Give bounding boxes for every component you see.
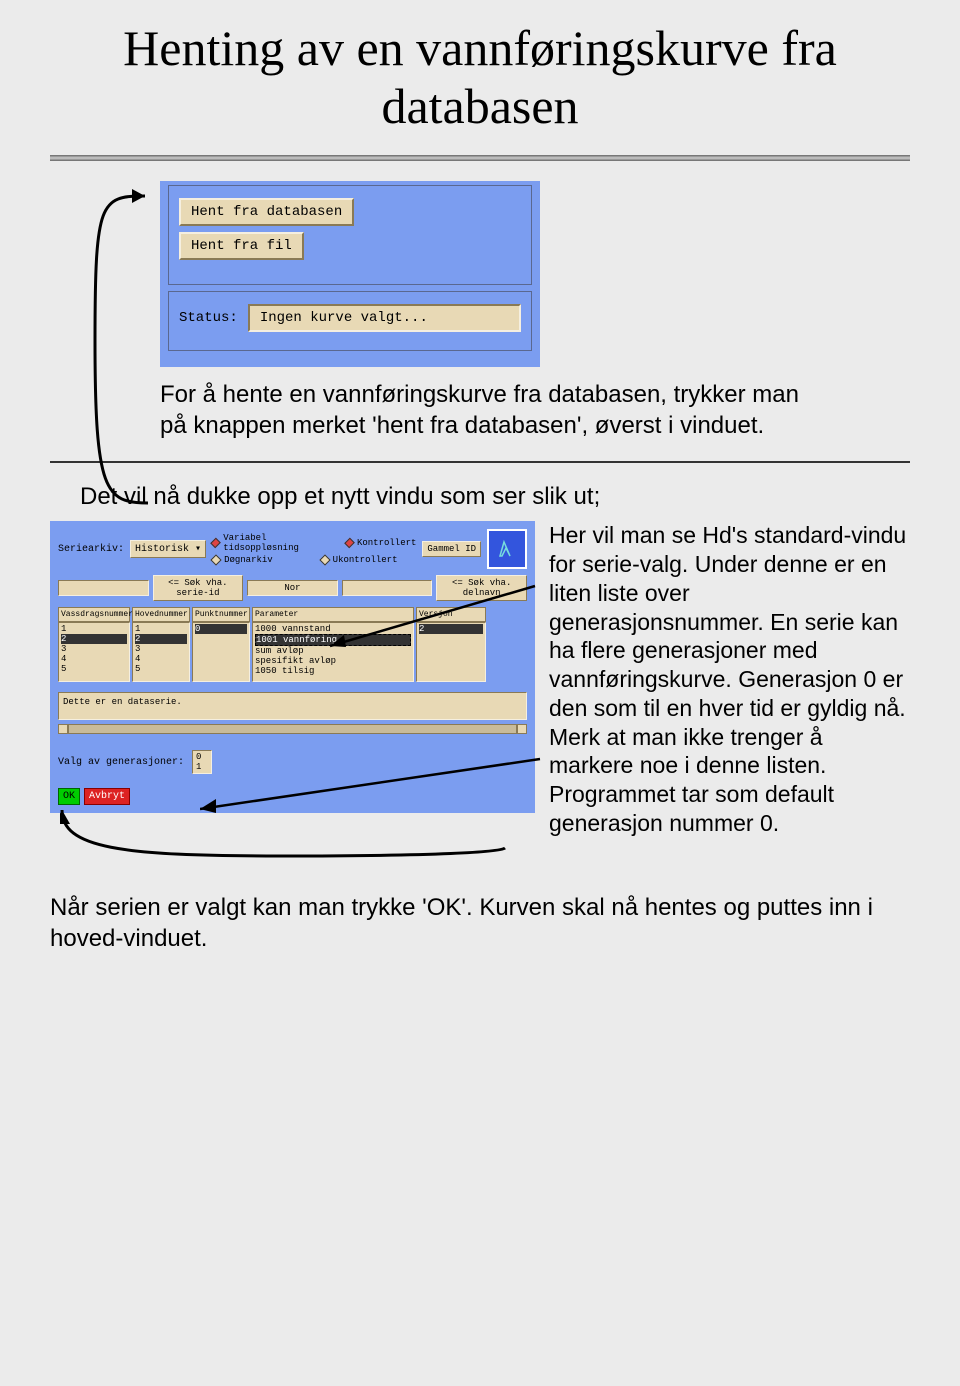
arrow-param-to-text: [330, 581, 550, 661]
search-serie-input[interactable]: [58, 580, 149, 596]
search-nor-input[interactable]: Nor: [247, 580, 338, 596]
scroll-left-icon[interactable]: [58, 724, 68, 734]
header-vassdrag: Vassdragsnummer: [58, 607, 130, 622]
radio-kontrollert-label: Kontrollert: [357, 538, 416, 548]
generasjon-label: Valg av generasjoner:: [58, 757, 184, 768]
radio-ukontrollert-label: Ukontrollert: [333, 555, 398, 565]
ok-button[interactable]: OK: [58, 788, 80, 805]
divider-thin: [50, 461, 910, 463]
radio-variabel[interactable]: [210, 538, 221, 549]
hent-fra-databasen-button[interactable]: Hent fra databasen: [179, 198, 354, 226]
radio-dogn-label: Døgnarkiv: [224, 555, 273, 565]
avbryt-button[interactable]: Avbryt: [84, 788, 130, 805]
list-punkt[interactable]: 0: [192, 622, 250, 682]
status-label: Status:: [179, 310, 238, 326]
map-icon[interactable]: [487, 529, 527, 569]
radio-ukontrollert[interactable]: [319, 555, 330, 566]
seriearkiv-dropdown[interactable]: Historisk ▾: [130, 540, 206, 558]
section2-heading: Det vil nå dukke opp et nytt vindu som s…: [80, 483, 910, 511]
header-hoved: Hovednummer: [132, 607, 190, 622]
header-punkt: Punktnummer: [192, 607, 250, 622]
arrow-to-ok: [60, 808, 510, 868]
radio-kontrollert[interactable]: [344, 538, 355, 549]
screenshot-panel-1: Hent fra databasen Hent fra fil Status: …: [160, 181, 540, 367]
list-hoved[interactable]: 1 2 3 4 5: [132, 622, 190, 682]
divider-thick: [50, 155, 910, 161]
status-value: Ingen kurve valgt...: [248, 304, 521, 332]
screenshot-panel-2: Seriearkiv: Historisk ▾ Variabel tidsopp…: [50, 521, 535, 813]
list-vassdrag[interactable]: 1 2 3 4 5: [58, 622, 130, 682]
radio-variabel-label: Variabel tidsoppløsning: [223, 533, 331, 553]
arrow-to-button: [50, 181, 150, 511]
radio-dogn[interactable]: [210, 555, 221, 566]
hent-fra-fil-button[interactable]: Hent fra fil: [179, 232, 304, 260]
gammel-id-button[interactable]: Gammel ID: [422, 541, 481, 557]
paragraph-1: For å hente en vannføringskurve fra data…: [160, 379, 800, 441]
search-serie-button[interactable]: <= Søk vha. serie-id: [153, 575, 244, 601]
bottom-paragraph: Når serien er valgt kan man trykke 'OK'.…: [50, 892, 910, 954]
page-title: Henting av en vannføringskurve fra datab…: [50, 20, 910, 135]
side-paragraph: Her vil man se Hd's standard-vindu for s…: [549, 521, 910, 837]
scroll-right-icon[interactable]: [517, 724, 527, 734]
seriearkiv-label: Seriearkiv:: [58, 544, 124, 555]
description-box: Dette er en dataserie.: [58, 692, 527, 720]
